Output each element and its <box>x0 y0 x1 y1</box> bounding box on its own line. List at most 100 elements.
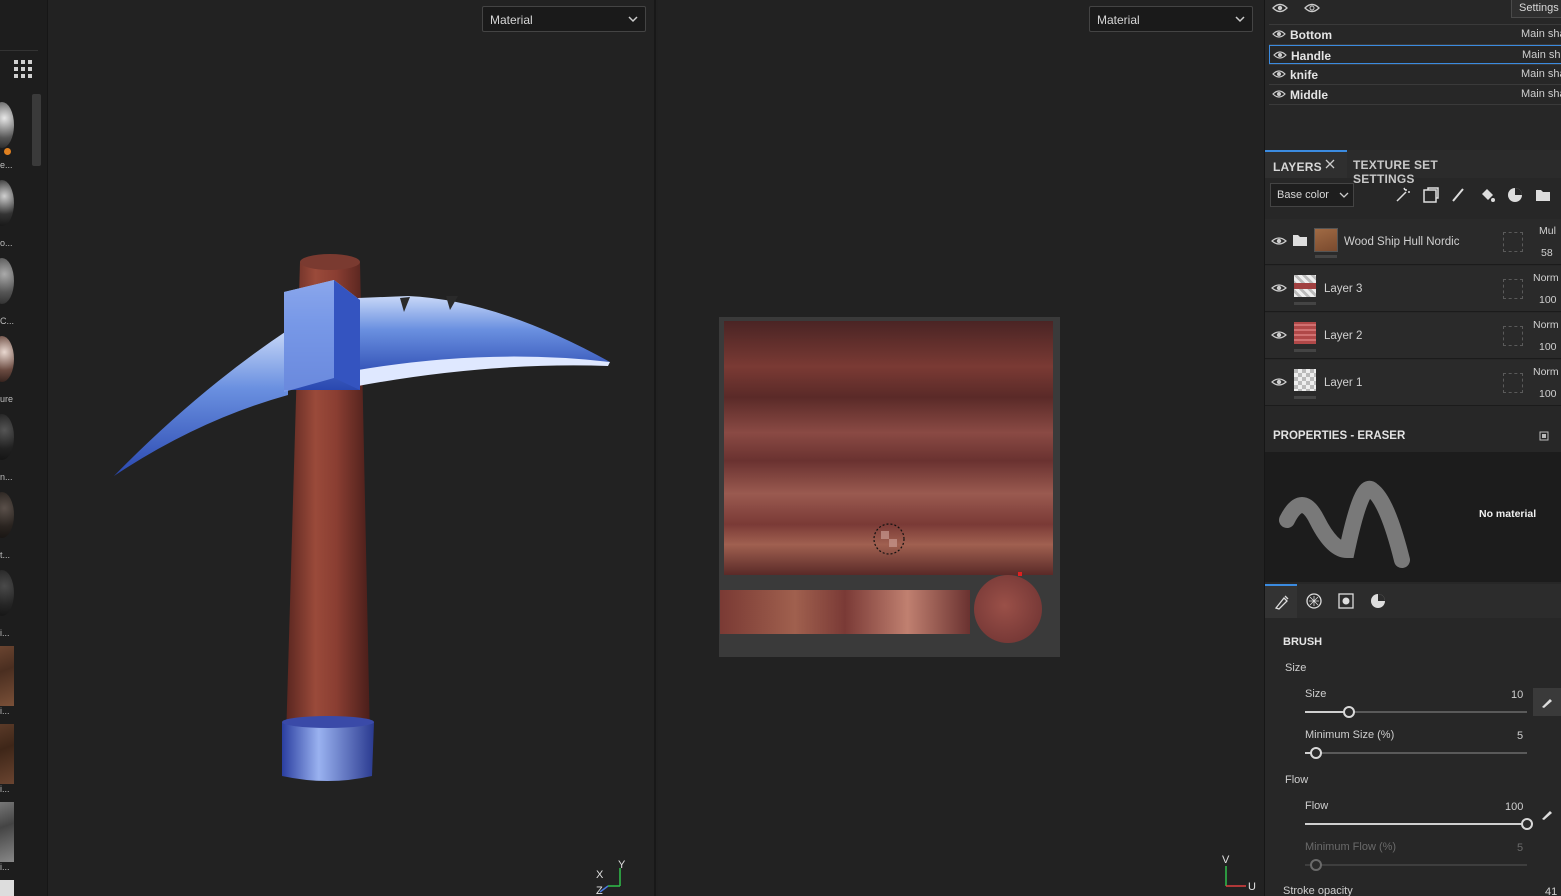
pickaxe-model <box>114 254 610 781</box>
viewport-3d[interactable]: Material X Y Z <box>48 0 656 896</box>
axis-v-label: V <box>1222 854 1230 866</box>
layer-opacity[interactable]: 100 <box>1539 388 1557 400</box>
brush-stroke-preview <box>1279 480 1410 568</box>
texture-set-name: Middle <box>1290 88 1328 102</box>
flow-label: Flow <box>1305 800 1329 812</box>
layer-row[interactable]: Layer 3 Norm 100 <box>1265 266 1561 312</box>
layer-opacity[interactable]: 58 <box>1541 247 1553 259</box>
texture-set-row[interactable]: Bottom Main sha <box>1269 25 1561 44</box>
layer-mask-slot[interactable] <box>1503 232 1523 252</box>
layer-bar <box>1315 255 1337 258</box>
tab-brush[interactable] <box>1265 584 1297 618</box>
shelf-label: i... <box>0 628 10 638</box>
shelf-texture-thumb[interactable] <box>0 646 14 706</box>
shelf-material-thumb[interactable] <box>0 102 14 148</box>
eye-solo-icon[interactable] <box>1303 1 1321 15</box>
layer-blend-mode[interactable]: Mul <box>1539 225 1556 237</box>
visibility-toggle-icon[interactable] <box>1271 1 1289 15</box>
eye-icon[interactable] <box>1271 376 1287 388</box>
min-size-label: Minimum Size (%) <box>1305 729 1395 741</box>
layer-blend-mode[interactable]: Norm <box>1533 272 1559 284</box>
alpha-tab-icon[interactable] <box>1306 593 1322 609</box>
close-icon[interactable] <box>1325 159 1335 169</box>
eye-icon[interactable] <box>1273 49 1287 61</box>
min-size-slider-knob[interactable] <box>1310 747 1323 759</box>
eye-icon[interactable] <box>1271 235 1287 247</box>
layer-name: Layer 2 <box>1324 330 1363 342</box>
tab-texture-set-settings[interactable]: TEXTURE SET SETTINGS <box>1347 150 1497 186</box>
stroke-opacity-value[interactable]: 41 <box>1545 886 1557 896</box>
grid-view-icon[interactable] <box>14 60 32 78</box>
layer-mask-slot[interactable] <box>1503 373 1523 393</box>
layer-bar <box>1294 302 1316 305</box>
magic-wand-icon[interactable] <box>1395 187 1411 203</box>
flow-slider-knob[interactable] <box>1521 818 1533 830</box>
texture-set-row-selected[interactable]: Handle Main sha <box>1269 45 1561 64</box>
layer-thumbnail <box>1294 322 1316 344</box>
smart-material-icon[interactable] <box>1507 187 1523 203</box>
layer-mask-slot[interactable] <box>1503 326 1523 346</box>
shelf-scrollbar[interactable] <box>32 94 41 166</box>
layer-mask-slot[interactable] <box>1503 279 1523 299</box>
layer-row-folder[interactable]: Wood Ship Hull Nordic Mul 58 <box>1265 219 1561 265</box>
fill-bucket-icon[interactable] <box>1479 187 1495 203</box>
axis-gizmo-2d: V U <box>1222 854 1256 893</box>
layer-opacity[interactable]: 100 <box>1539 341 1557 353</box>
uv-marker <box>1018 572 1022 576</box>
settings-button[interactable]: Settings <box>1511 0 1561 18</box>
eye-icon[interactable] <box>1272 28 1286 40</box>
min-size-slider-track[interactable] <box>1305 752 1527 754</box>
shelf-material-thumb[interactable] <box>0 336 14 382</box>
shelf-texture-thumb[interactable] <box>0 724 14 784</box>
eye-icon[interactable] <box>1272 88 1286 100</box>
material-tab-icon[interactable] <box>1370 593 1386 609</box>
eye-icon[interactable] <box>1272 68 1286 80</box>
viewport-2d[interactable]: Material V U <box>658 0 1264 896</box>
layer-thumbnail <box>1294 369 1316 391</box>
shelf-label: i... <box>0 784 10 794</box>
properties-title: PROPERTIES - ERASER <box>1273 430 1406 442</box>
brush-preview: No material <box>1265 452 1561 582</box>
layer-row[interactable]: Layer 1 Norm 100 <box>1265 360 1561 406</box>
shelf-divider <box>0 50 38 51</box>
shelf-texture-thumb[interactable] <box>0 802 14 862</box>
min-size-value[interactable]: 5 <box>1517 730 1523 742</box>
pen-pressure-toggle[interactable] <box>1533 688 1561 716</box>
shelf-material-thumb[interactable] <box>0 414 14 460</box>
layer-blend-mode[interactable]: Norm <box>1533 366 1559 378</box>
layer-bar <box>1294 349 1316 352</box>
shelf-material-thumb[interactable] <box>0 180 14 226</box>
min-flow-slider-track <box>1305 864 1527 866</box>
chevron-down-icon <box>1339 192 1349 198</box>
shelf-material-thumb[interactable] <box>0 492 14 538</box>
shelf-texture-thumb[interactable] <box>0 880 14 896</box>
shelf-label: t... <box>0 550 11 560</box>
eye-icon[interactable] <box>1271 282 1287 294</box>
shelf-material-thumb[interactable] <box>0 258 14 304</box>
size-value[interactable]: 10 <box>1511 689 1523 701</box>
layer-bar <box>1294 396 1316 399</box>
texture-set-row[interactable]: knife Main sha <box>1269 65 1561 84</box>
eye-icon[interactable] <box>1271 329 1287 341</box>
layer-name: Layer 3 <box>1324 283 1363 295</box>
channel-select[interactable]: Base color <box>1270 183 1354 207</box>
layer-opacity[interactable]: 100 <box>1539 294 1557 306</box>
size-slider-knob[interactable] <box>1343 706 1356 718</box>
add-mask-icon[interactable] <box>1423 187 1439 203</box>
flow-value[interactable]: 100 <box>1505 801 1523 813</box>
layer-blend-mode[interactable]: Norm <box>1533 319 1559 331</box>
stencil-tab-icon[interactable] <box>1338 593 1354 609</box>
expand-icon[interactable] <box>1539 431 1549 441</box>
axis-u-label: U <box>1248 881 1256 893</box>
tab-layers-label: LAYERS <box>1273 160 1322 174</box>
layer-row[interactable]: Layer 2 Norm 100 <box>1265 313 1561 359</box>
layers-tabbar: LAYERS TEXTURE SET SETTINGS <box>1265 150 1561 186</box>
folder-icon[interactable] <box>1535 187 1551 203</box>
viewport-2d-mode-select[interactable]: Material <box>1089 6 1253 32</box>
brush-tab-icon <box>1274 595 1289 610</box>
shelf-material-thumb[interactable] <box>0 570 14 616</box>
paint-brush-icon[interactable] <box>1451 187 1467 203</box>
texture-set-shader: Main sha <box>1522 49 1561 61</box>
pen-pressure-icon[interactable] <box>1541 808 1553 820</box>
texture-set-row[interactable]: Middle Main sha <box>1269 85 1561 104</box>
